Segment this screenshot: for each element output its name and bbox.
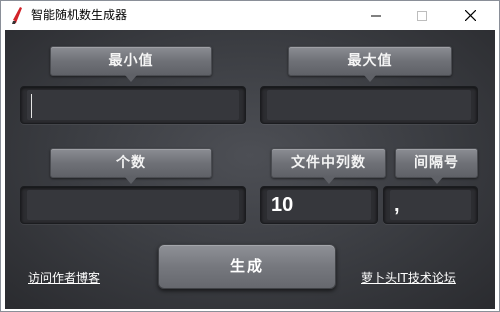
count-label-text: 个数 [116, 155, 146, 171]
max-value-input[interactable] [260, 86, 478, 124]
min-value-label: 最小值 [50, 46, 212, 82]
visit-blog-link[interactable]: 访问作者博客 [28, 269, 100, 286]
app-window: 智能随机数生成器 最小值 最大值 个数 文件中列数 间隔号 10 , 访问作者博… [0, 0, 500, 312]
down-arrow-icon [430, 177, 443, 184]
minimize-button[interactable] [353, 1, 399, 30]
down-arrow-icon [364, 75, 376, 82]
window-title: 智能随机数生成器 [31, 8, 128, 22]
down-arrow-icon [125, 75, 137, 82]
app-icon [12, 7, 22, 24]
close-button[interactable] [447, 1, 493, 30]
max-value-label-text: 最大值 [347, 53, 393, 69]
separator-text: , [394, 194, 400, 216]
columns-input[interactable]: 10 [260, 186, 378, 224]
maximize-icon [417, 10, 427, 21]
max-value-label: 最大值 [288, 46, 452, 82]
count-label: 个数 [50, 148, 212, 184]
title-bar[interactable]: 智能随机数生成器 [1, 1, 499, 30]
maximize-button[interactable] [399, 1, 445, 30]
forum-link[interactable]: 萝卜头IT技术论坛 [361, 269, 456, 286]
min-value-label-text: 最小值 [108, 53, 154, 69]
separator-label-text: 间隔号 [414, 155, 459, 171]
columns-text: 10 [271, 194, 294, 216]
separator-label: 间隔号 [395, 148, 478, 184]
generate-button[interactable]: 生成 [158, 244, 336, 289]
main-panel: 最小值 最大值 个数 文件中列数 间隔号 10 , 访问作者博客 生成 萝卜头I… [5, 30, 495, 309]
separator-input[interactable]: , [383, 186, 478, 224]
min-value-input[interactable] [20, 86, 246, 124]
down-arrow-icon [322, 177, 335, 184]
columns-label: 文件中列数 [271, 148, 386, 184]
down-arrow-icon [125, 177, 137, 184]
close-icon [464, 10, 476, 21]
columns-label-text: 文件中列数 [291, 155, 366, 171]
count-input[interactable] [20, 186, 246, 224]
generate-button-label: 生成 [229, 257, 264, 275]
text-caret [31, 94, 32, 118]
minimize-icon [371, 15, 381, 16]
